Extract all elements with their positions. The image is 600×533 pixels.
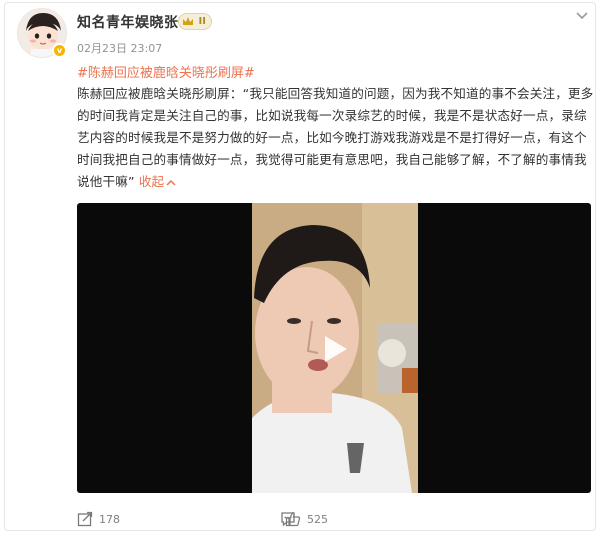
share-icon	[77, 511, 93, 527]
verified-badge: v	[52, 43, 67, 58]
post-timestamp[interactable]: 02月23日 23:07	[77, 40, 162, 56]
like-icon	[285, 512, 301, 527]
play-icon[interactable]	[318, 333, 350, 365]
video-player[interactable]	[77, 203, 591, 493]
chevron-down-icon[interactable]	[574, 9, 590, 23]
post-text: 陈赫回应被鹿晗关晓彤刷屏：“我只能回答我知道的问题，因为我不知道的事不会关注，更…	[77, 83, 599, 193]
collapse-link[interactable]: 收起	[139, 174, 177, 189]
crown-icon	[183, 17, 193, 25]
level-badge-label: II	[198, 16, 206, 27]
action-bar: 178 525	[77, 511, 591, 531]
collapse-label: 收起	[138, 174, 165, 189]
weibo-post-card: v 知名青年娱晓张 II 02月23日 23:07 #陈赫回应被鹿晗关晓彤刷屏#…	[4, 2, 596, 531]
level-badge: II	[178, 13, 212, 30]
chevron-up-icon	[166, 179, 176, 186]
like-button[interactable]: 525	[285, 511, 328, 527]
share-button[interactable]: 178	[77, 511, 120, 527]
author-name[interactable]: 知名青年娱晓张	[77, 12, 179, 32]
share-count: 178	[99, 512, 120, 526]
hashtag-link[interactable]: #陈赫回应被鹿晗关晓彤刷屏#	[77, 62, 255, 81]
like-count: 525	[307, 512, 328, 526]
